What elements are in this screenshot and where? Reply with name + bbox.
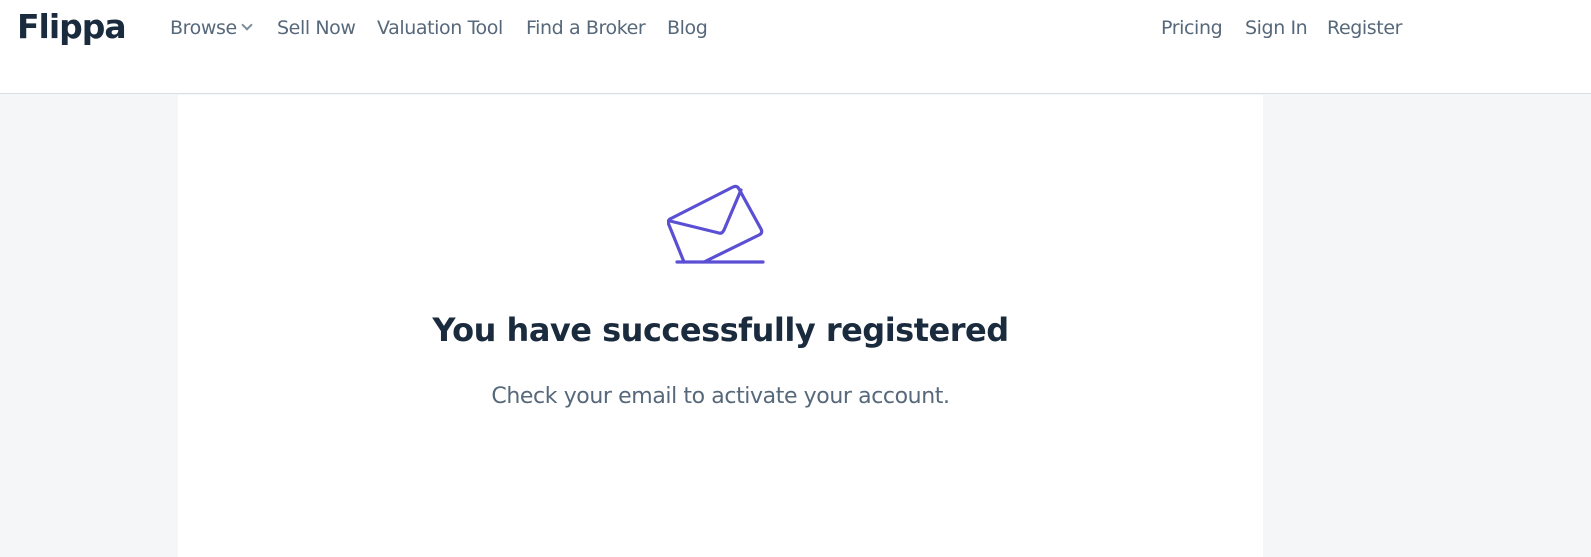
nav-pricing[interactable]: Pricing <box>1161 17 1223 39</box>
flippa-logo[interactable]: Flippa <box>17 7 127 46</box>
nav-browse-label: Browse <box>170 17 237 39</box>
nav-valuation-tool[interactable]: Valuation Tool <box>377 17 503 39</box>
nav-sell-now[interactable]: Sell Now <box>277 17 356 39</box>
nav-blog[interactable]: Blog <box>667 17 708 39</box>
registration-success-card: You have successfully registered Check y… <box>178 95 1263 557</box>
nav-register[interactable]: Register <box>1327 17 1402 39</box>
envelope-icon <box>667 184 765 264</box>
nav-browse[interactable]: Browse <box>170 17 253 39</box>
chevron-down-icon <box>241 19 253 31</box>
activation-message: Check your email to activate your accoun… <box>491 384 950 409</box>
nav-find-a-broker[interactable]: Find a Broker <box>526 17 646 39</box>
page-title: You have successfully registered <box>432 311 1009 349</box>
nav-sign-in[interactable]: Sign In <box>1245 17 1308 39</box>
site-header: Flippa Browse Sell Now Valuation Tool Fi… <box>0 0 1591 94</box>
